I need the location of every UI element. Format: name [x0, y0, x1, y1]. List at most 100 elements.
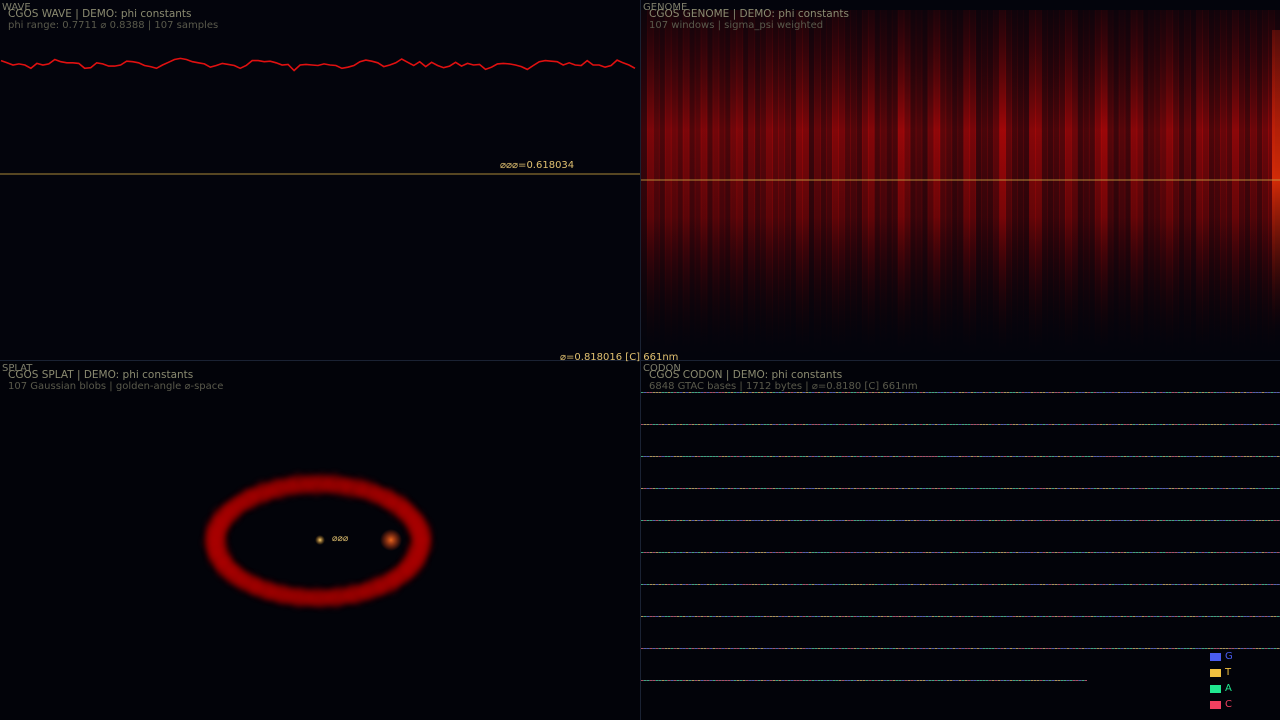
- legend-label-g: G: [1225, 651, 1233, 662]
- genome-window: [975, 10, 982, 355]
- legend-swatch-a: [1210, 685, 1221, 693]
- genome-window: [969, 10, 977, 355]
- genome-window: [1190, 10, 1197, 355]
- genome-window: [724, 10, 732, 355]
- genome-window: [1250, 10, 1257, 355]
- genome-window: [855, 10, 863, 355]
- genome-window: [706, 10, 714, 355]
- genome-window: [993, 10, 1000, 355]
- genome-window: [987, 10, 994, 355]
- legend-swatch-g: [1210, 653, 1221, 661]
- codon-subheader: 6848 GTAC bases | 1712 bytes | ⌀=0.8180 …: [649, 381, 918, 392]
- genome-window: [903, 10, 911, 355]
- genome-window: [694, 10, 702, 355]
- splat-panel: SPLAT CGOS SPLAT | DEMO: phi constants 1…: [0, 361, 640, 720]
- genome-window: [909, 10, 917, 355]
- genome-window: [1160, 10, 1168, 355]
- genome-window: [945, 10, 953, 355]
- codon-strand: [641, 616, 1280, 617]
- wave-chart: [0, 57, 640, 305]
- splat-center-label: ⌀⌀⌀: [332, 534, 349, 544]
- genome-window: [688, 10, 696, 355]
- genome-window: [814, 10, 821, 355]
- genome-window: [652, 10, 660, 355]
- genome-window: [646, 10, 654, 355]
- genome-window: [1047, 10, 1054, 355]
- genome-window: [790, 10, 797, 355]
- legend-swatch-c: [1210, 701, 1221, 709]
- genome-window: [1082, 10, 1090, 355]
- genome-window: [1202, 10, 1209, 355]
- genome-window: [1029, 10, 1036, 355]
- genome-window: [1065, 10, 1072, 355]
- codon-header: CGOS CODON | DEMO: phi constants: [649, 369, 843, 381]
- genome-window: [712, 10, 720, 355]
- genome-window: [730, 10, 738, 355]
- genome-window: [1005, 10, 1012, 355]
- genome-window: [1053, 10, 1060, 355]
- genome-window: [676, 10, 684, 355]
- genome-window: [1142, 10, 1150, 355]
- genome-window: [1148, 10, 1156, 355]
- genome-window: [808, 10, 815, 355]
- wave-header: CGOS WAVE | DEMO: phi constants: [8, 8, 192, 20]
- genome-window: [927, 10, 935, 355]
- genome-window: [1256, 10, 1263, 355]
- genome-window: [1244, 10, 1251, 355]
- genome-window: [957, 10, 965, 355]
- genome-subheader: 107 windows | sigma_psi weighted: [649, 20, 824, 31]
- genome-window: [1011, 10, 1018, 355]
- genome-window: [1130, 10, 1138, 355]
- genome-window: [999, 10, 1006, 355]
- genome-window: [844, 10, 851, 355]
- genome-window: [700, 10, 708, 355]
- genome-window: [1238, 10, 1245, 355]
- genome-window: [1041, 10, 1048, 355]
- genome-window: [1059, 10, 1066, 355]
- legend-item-a: A: [1210, 681, 1233, 697]
- genome-window: [718, 10, 726, 355]
- genome-window: [1118, 10, 1126, 355]
- genome-window: [885, 10, 893, 355]
- genome-window: [1136, 10, 1144, 355]
- genome-window: [682, 10, 690, 355]
- genome-window: [826, 10, 833, 355]
- splat-header: CGOS SPLAT | DEMO: phi constants: [8, 369, 194, 381]
- genome-window: [1226, 10, 1233, 355]
- genome-window: [1214, 10, 1221, 355]
- genome-window: [760, 10, 768, 355]
- genome-window: [838, 10, 845, 355]
- genome-window: [1220, 10, 1227, 355]
- splat-subheader: 107 Gaussian blobs | golden-angle ⌀-spac…: [8, 381, 224, 392]
- status-readout: ⌀=0.818016 [C] 661nm: [560, 352, 679, 363]
- genome-window: [664, 10, 672, 355]
- splat-highlight-blob: [380, 529, 402, 551]
- codon-strand: [641, 552, 1280, 553]
- genome-window: [1208, 10, 1215, 355]
- genome-window: [1232, 10, 1239, 355]
- splat-blob: [412, 529, 430, 547]
- genome-window: [1017, 10, 1024, 355]
- legend-label-a: A: [1225, 683, 1232, 694]
- genome-window: [981, 10, 988, 355]
- genome-window: [1076, 10, 1084, 355]
- codon-strands: [641, 392, 1280, 681]
- codon-strand: [641, 488, 1280, 489]
- genome-window: [1154, 10, 1162, 355]
- genome-window: [670, 10, 678, 355]
- genome-window: [1262, 10, 1269, 355]
- codon-panel: CODON CGOS CODON | DEMO: phi constants 6…: [641, 361, 1280, 720]
- genome-window: [778, 10, 785, 355]
- genome-window: [1070, 10, 1078, 355]
- genome-window: [1184, 10, 1192, 355]
- genome-window: [1112, 10, 1120, 355]
- genome-window: [861, 10, 869, 355]
- genome-window: [879, 10, 887, 355]
- genome-window: [802, 10, 809, 355]
- genome-window: [796, 10, 803, 355]
- splat-canvas: [204, 474, 432, 608]
- genome-window: [766, 10, 773, 355]
- genome-window: [742, 10, 750, 355]
- genome-window: [1178, 10, 1186, 355]
- codon-strand: [641, 424, 1280, 425]
